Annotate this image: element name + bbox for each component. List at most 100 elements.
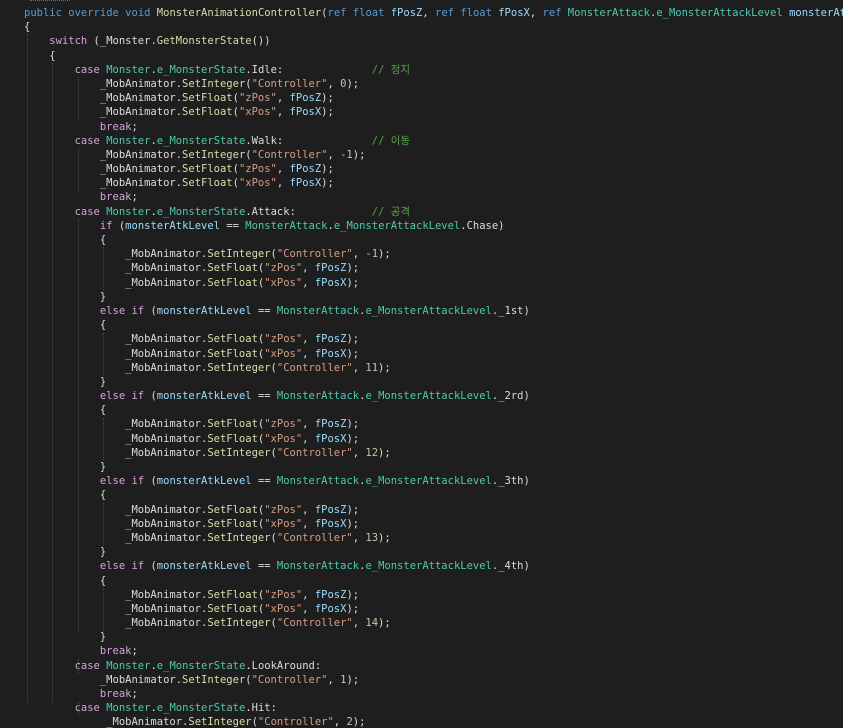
code-token: , xyxy=(276,177,290,190)
code-line[interactable]: { xyxy=(24,20,843,34)
code-area[interactable]: public override void MonsterAnimationCon… xyxy=(24,6,843,728)
code-line[interactable]: public override void MonsterAnimationCon… xyxy=(24,6,843,20)
code-line[interactable]: } xyxy=(24,630,843,644)
code-line[interactable]: _MobAnimator.SetFloat("xPos", fPosX); xyxy=(24,517,843,531)
code-line[interactable]: _MobAnimator.SetFloat("zPos", fPosZ); xyxy=(24,91,843,105)
code-line[interactable]: _MobAnimator.SetInteger("Controller", 14… xyxy=(24,616,843,630)
code-line[interactable]: switch (_Monster.GetMonsterState()) xyxy=(24,34,843,48)
code-token: fPosZ xyxy=(314,588,347,601)
code-token: SetFloat xyxy=(182,106,233,119)
code-line[interactable]: _MobAnimator.SetFloat("zPos", fPosZ); xyxy=(24,162,843,176)
code-token: _MobAnimator. xyxy=(24,163,183,176)
code-line[interactable]: _MobAnimator.SetFloat("zPos", fPosZ); xyxy=(24,417,843,431)
code-token: ); xyxy=(352,148,366,161)
code-line[interactable]: _MobAnimator.SetInteger("Controller", 12… xyxy=(24,446,843,460)
code-line[interactable]: { xyxy=(24,233,843,247)
code-editor[interactable]: public override void MonsterAnimationCon… xyxy=(0,0,843,728)
code-token: ; xyxy=(131,645,138,658)
code-line[interactable]: case Monster.e_MonsterState.Idle: // 정지 xyxy=(24,63,843,77)
indent-guide xyxy=(27,34,28,702)
code-token: _MobAnimator. xyxy=(24,148,183,161)
code-line[interactable]: _MobAnimator.SetFloat("zPos", fPosZ); xyxy=(24,503,843,517)
code-token: ()) xyxy=(251,35,271,48)
code-line[interactable]: _MobAnimator.SetInteger("Controller", -1… xyxy=(24,247,843,261)
code-token: _MobAnimator. xyxy=(24,177,183,190)
code-line[interactable]: _MobAnimator.SetFloat("xPos", fPosX); xyxy=(24,276,843,290)
code-token: , xyxy=(352,361,366,374)
code-token: , xyxy=(302,276,315,289)
code-line[interactable]: _MobAnimator.SetFloat("zPos", fPosZ); xyxy=(24,261,843,275)
code-token: ref xyxy=(542,7,562,19)
code-token: fPosX xyxy=(314,602,347,615)
code-line[interactable]: case Monster.e_MonsterState.LookAround: xyxy=(24,659,843,673)
code-line[interactable]: case Monster.e_MonsterState.Walk: // 이동 xyxy=(24,134,843,148)
code-token: , xyxy=(302,333,315,346)
code-line[interactable]: } xyxy=(24,290,843,304)
code-line[interactable]: _MobAnimator.SetFloat("xPos", fPosX); xyxy=(24,105,843,119)
code-line[interactable]: { xyxy=(24,318,843,332)
code-line[interactable]: _MobAnimator.SetInteger("Controller", 11… xyxy=(24,361,843,375)
code-token: ); xyxy=(346,333,360,346)
code-line[interactable]: { xyxy=(24,488,843,502)
code-token: if xyxy=(131,390,145,403)
indent-guide xyxy=(102,332,104,376)
code-line[interactable]: _MobAnimator.SetFloat("xPos", fPosX); xyxy=(24,602,843,616)
code-line[interactable]: case Monster.e_MonsterState.Attack: // 공… xyxy=(24,205,843,219)
code-line[interactable]: _MobAnimator.SetInteger("Controller", 0)… xyxy=(24,77,843,91)
code-token: { xyxy=(24,234,107,246)
code-token: "zPos" xyxy=(264,333,303,346)
code-token: , xyxy=(352,446,366,459)
code-token: == xyxy=(251,560,277,573)
code-line[interactable]: _MobAnimator.SetFloat("zPos", fPosZ); xyxy=(24,332,843,346)
code-line[interactable]: break; xyxy=(24,120,843,134)
code-token: SetFloat xyxy=(207,333,258,346)
code-token: SetInteger xyxy=(207,531,271,544)
code-token: ); xyxy=(378,531,391,544)
code-token: ); xyxy=(346,77,360,90)
code-token: SetFloat xyxy=(207,503,258,516)
code-token: "Controller" xyxy=(276,446,353,459)
code-token: SetFloat xyxy=(182,177,233,190)
code-token: "xPos" xyxy=(264,517,303,530)
code-line[interactable]: else if (monsterAtkLevel == MonsterAttac… xyxy=(24,474,843,488)
code-line[interactable]: { xyxy=(24,403,843,417)
code-line[interactable]: _MobAnimator.SetFloat("xPos", fPosX); xyxy=(24,347,843,361)
code-token: override xyxy=(68,7,119,19)
code-token: "xPos" xyxy=(264,347,303,360)
code-line[interactable]: _MobAnimator.SetFloat("xPos", fPosX); xyxy=(24,432,843,446)
code-token: .Attack: xyxy=(245,205,372,218)
indent-guide xyxy=(52,62,54,702)
code-line[interactable]: _MobAnimator.SetInteger("Controller", 13… xyxy=(24,531,843,545)
code-line[interactable]: break; xyxy=(24,687,843,701)
code-line[interactable]: _MobAnimator.SetInteger("Controller", 2)… xyxy=(24,715,843,728)
code-line[interactable]: { xyxy=(24,49,843,63)
code-line[interactable]: _MobAnimator.SetInteger("Controller", -1… xyxy=(24,148,843,162)
code-line[interactable]: break; xyxy=(24,644,843,658)
code-token: , xyxy=(302,432,315,445)
code-line[interactable]: } xyxy=(24,545,843,559)
code-line[interactable]: else if (monsterAtkLevel == MonsterAttac… xyxy=(24,304,843,318)
code-token: ); xyxy=(378,446,391,459)
code-line[interactable]: { xyxy=(24,574,843,588)
code-token: == xyxy=(251,475,277,488)
code-line[interactable]: _MobAnimator.SetFloat("xPos", fPosX); xyxy=(24,176,843,190)
code-line[interactable]: _MobAnimator.SetFloat("zPos", fPosZ); xyxy=(24,588,843,602)
code-token: e_MonsterAttackLevel xyxy=(333,219,461,232)
code-line[interactable]: _MobAnimator.SetInteger("Controller", 1)… xyxy=(24,673,843,687)
code-line[interactable]: } xyxy=(24,375,843,389)
code-line[interactable]: } xyxy=(24,460,843,474)
indent-guide xyxy=(102,247,104,290)
code-token: fPosX xyxy=(314,432,347,445)
code-token: , xyxy=(302,588,315,601)
code-token: "zPos" xyxy=(264,418,303,431)
code-token: e_MonsterAttackLevel xyxy=(365,560,492,573)
code-token: monsterAtkLevel xyxy=(156,304,252,317)
code-line[interactable]: case Monster.e_MonsterState.Hit: xyxy=(24,701,843,715)
code-token: MonsterAttack xyxy=(245,219,328,232)
code-line[interactable]: break; xyxy=(24,190,843,204)
code-line[interactable]: if (monsterAtkLevel == MonsterAttack.e_M… xyxy=(24,219,843,233)
code-line[interactable]: else if (monsterAtkLevel == MonsterAttac… xyxy=(24,389,843,403)
code-token: float xyxy=(352,7,385,19)
code-line[interactable]: else if (monsterAtkLevel == MonsterAttac… xyxy=(24,559,843,573)
